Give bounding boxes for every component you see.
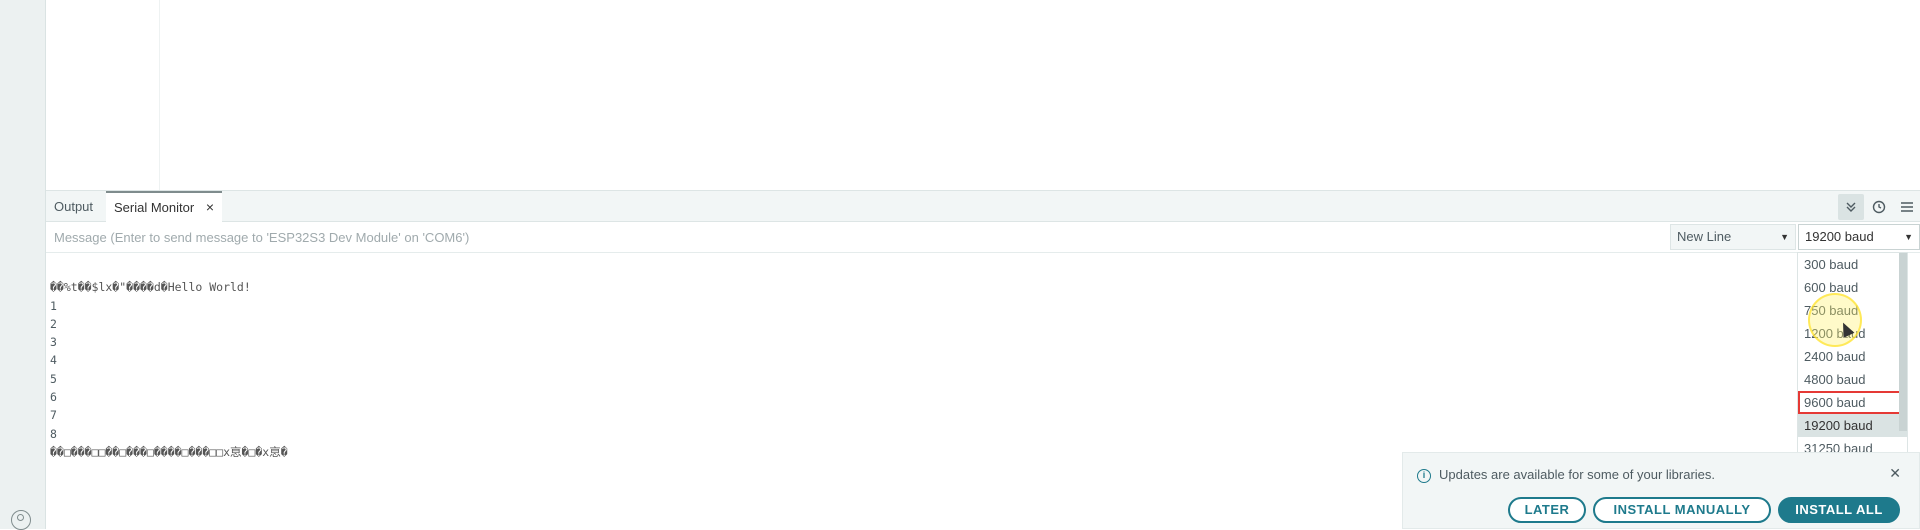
baud-option-750[interactable]: 750 baud bbox=[1798, 299, 1907, 322]
baud-option-4800[interactable]: 4800 baud bbox=[1798, 368, 1907, 391]
install-all-button[interactable]: INSTALL ALL bbox=[1778, 497, 1900, 523]
notification-text: Updates are available for some of your l… bbox=[1439, 467, 1716, 482]
later-button[interactable]: LATER bbox=[1508, 497, 1586, 523]
serial-output-line: 4 bbox=[50, 353, 57, 368]
code-editor-area[interactable] bbox=[46, 0, 1920, 190]
baud-rate-select[interactable]: 19200 baud ▼ bbox=[1798, 224, 1920, 250]
baud-rate-dropdown: 300 baud 600 baud 750 baud 1200 baud 240… bbox=[1797, 252, 1908, 456]
update-notification: i Updates are available for some of your… bbox=[1402, 452, 1920, 529]
message-input[interactable] bbox=[52, 224, 1672, 250]
line-ending-select[interactable]: New Line ▼ bbox=[1670, 224, 1796, 250]
tab-output-label: Output bbox=[54, 199, 94, 214]
baud-option-9600[interactable]: 9600 baud bbox=[1798, 391, 1907, 414]
menu-icon[interactable] bbox=[1894, 194, 1920, 220]
close-icon[interactable]: × bbox=[206, 199, 214, 215]
serial-output-line: 8 bbox=[50, 426, 57, 441]
account-icon[interactable] bbox=[11, 510, 31, 530]
caret-down-icon: ▼ bbox=[1780, 232, 1789, 242]
line-ending-value: New Line bbox=[1677, 229, 1732, 244]
info-icon: i bbox=[1417, 469, 1431, 483]
serial-output-line: 7 bbox=[50, 408, 57, 423]
baud-option-300[interactable]: 300 baud bbox=[1798, 253, 1907, 276]
clock-icon[interactable] bbox=[1866, 194, 1892, 220]
serial-output-line: 3 bbox=[50, 335, 57, 350]
serial-output-line: ��%t��$lx�"����d�Hello World! bbox=[50, 280, 251, 295]
install-manually-button[interactable]: INSTALL MANUALLY bbox=[1593, 497, 1771, 523]
panel-header-icons bbox=[1836, 191, 1920, 222]
baud-rate-value: 19200 baud bbox=[1805, 229, 1874, 244]
dropdown-scrollbar[interactable] bbox=[1899, 253, 1907, 431]
bottom-panel-header: Output Serial Monitor × bbox=[46, 190, 1920, 222]
tab-serial-monitor[interactable]: Serial Monitor × bbox=[106, 191, 223, 222]
left-sidebar bbox=[0, 0, 46, 530]
baud-option-19200[interactable]: 19200 baud bbox=[1798, 414, 1907, 437]
serial-output-line: 5 bbox=[50, 371, 57, 386]
editor-gutter-divider bbox=[159, 0, 160, 190]
baud-option-600[interactable]: 600 baud bbox=[1798, 276, 1907, 299]
baud-option-2400[interactable]: 2400 baud bbox=[1798, 345, 1907, 368]
serial-output-line: 2 bbox=[50, 316, 57, 331]
tab-serial-monitor-label: Serial Monitor bbox=[114, 200, 195, 215]
double-chevron-icon[interactable] bbox=[1838, 193, 1864, 220]
serial-output-line: 6 bbox=[50, 390, 57, 405]
close-icon[interactable]: ✕ bbox=[1889, 465, 1901, 482]
serial-output-line: 1 bbox=[50, 298, 57, 313]
serial-output: ��%t��$lx�"����d�Hello World! 1 2 3 4 5 6 7 8 ��□… bbox=[50, 260, 1750, 480]
message-row: New Line ▼ 19200 baud ▼ bbox=[46, 222, 1920, 253]
tab-output[interactable]: Output bbox=[46, 191, 101, 222]
caret-down-icon: ▼ bbox=[1904, 232, 1913, 242]
